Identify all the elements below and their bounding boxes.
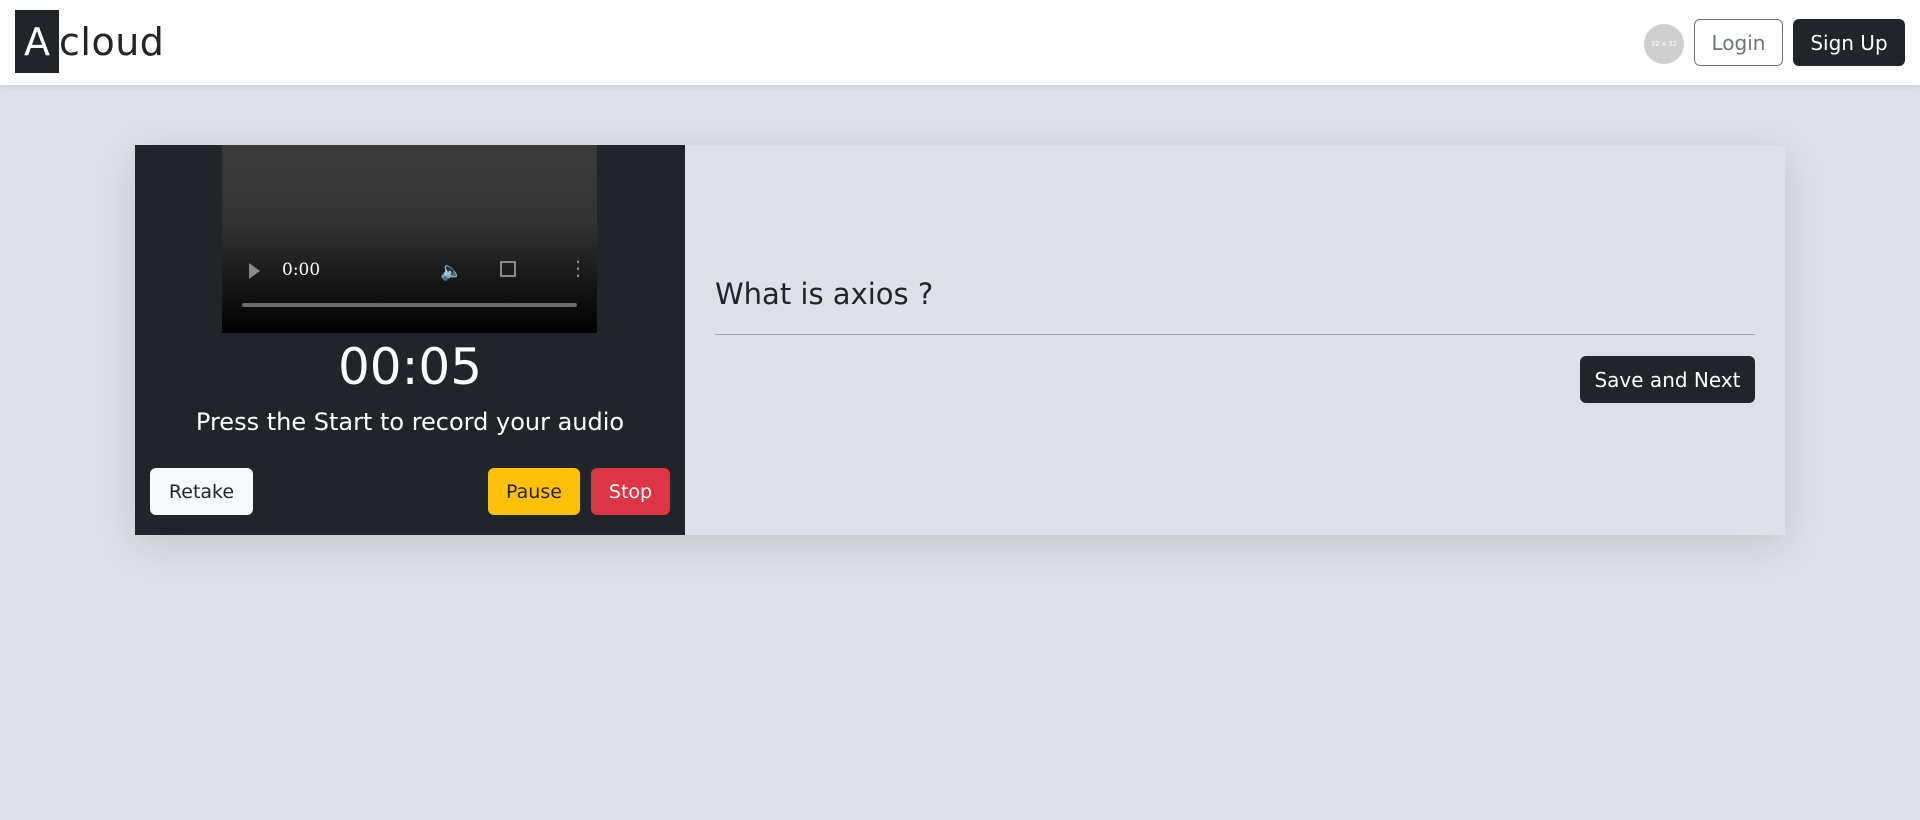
more-options-icon[interactable]: ⋮ (568, 258, 588, 278)
recorder-panel: 0:00 🔈 ⋮ 00:05 Press the Start to record… (135, 145, 685, 535)
video-progress-bar[interactable] (242, 303, 577, 307)
login-button[interactable]: Login (1694, 19, 1783, 66)
retake-button[interactable]: Retake (150, 468, 253, 515)
recording-instruction: Press the Start to record your audio (195, 408, 625, 436)
pause-button[interactable]: Pause (488, 468, 580, 515)
volume-icon[interactable]: 🔈 (440, 261, 462, 282)
fullscreen-icon[interactable] (500, 261, 516, 277)
navbar: A cloud 32 x 32 Login Sign Up (0, 0, 1920, 85)
stop-button[interactable]: Stop (591, 468, 670, 515)
signup-button[interactable]: Sign Up (1793, 19, 1905, 66)
recording-timer: 00:05 (337, 338, 483, 396)
brand-letter: A (15, 10, 59, 73)
play-icon[interactable] (249, 263, 260, 279)
avatar[interactable]: 32 x 32 (1644, 24, 1684, 64)
save-and-next-button[interactable]: Save and Next (1580, 356, 1755, 403)
brand-name: cloud (59, 19, 165, 64)
question-panel: What is axios ? Save and Next (685, 145, 1785, 535)
video-time: 0:00 (282, 260, 321, 280)
question-text: What is axios ? (715, 277, 934, 311)
question-card: 0:00 🔈 ⋮ 00:05 Press the Start to record… (135, 145, 1785, 535)
divider (715, 334, 1755, 335)
brand-logo[interactable]: A cloud (15, 10, 164, 73)
video-player[interactable]: 0:00 🔈 ⋮ (222, 145, 597, 333)
